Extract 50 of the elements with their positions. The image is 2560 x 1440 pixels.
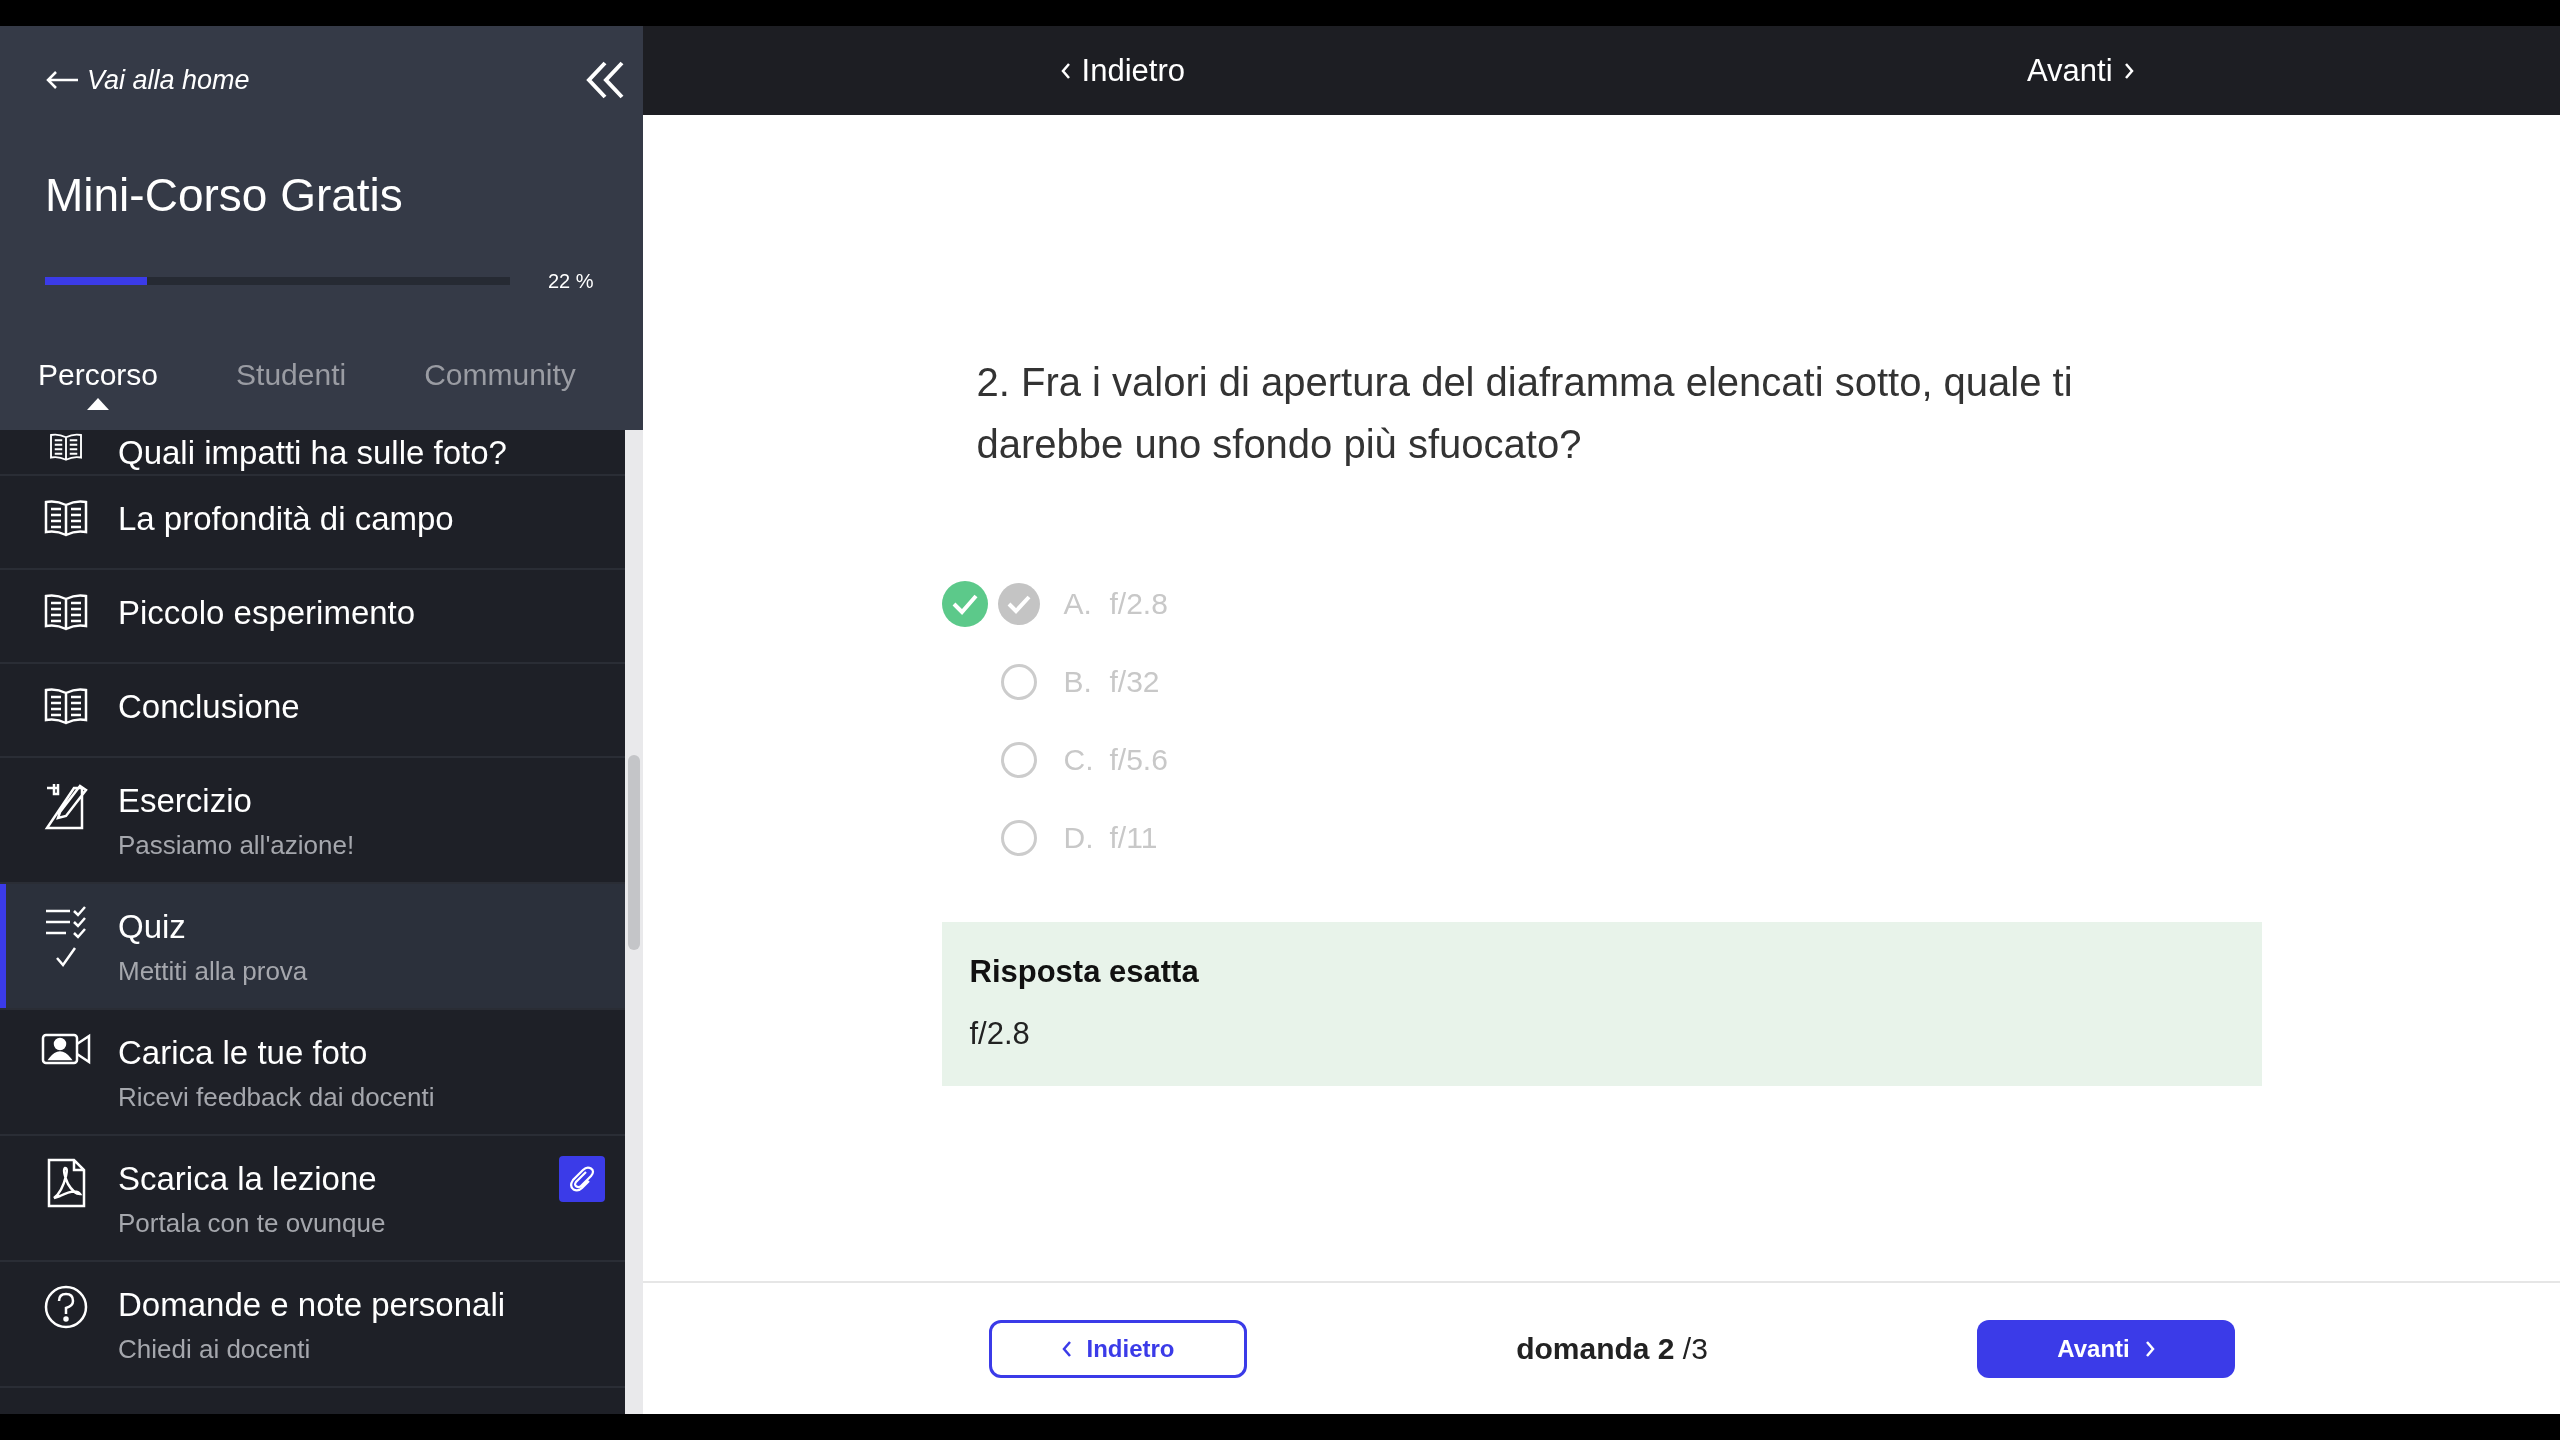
question-text: 2. Fra i valori di apertura del diaframma elencati sotto, quale ti darebbe uno sfondo più sfuocato?: [976, 359, 2074, 468]
chevron-icon: [1059, 61, 1072, 80]
collapse-icon[interactable]: [585, 60, 625, 100]
progress-reading: 22 %: [548, 269, 594, 293]
book-icon: [44, 498, 88, 538]
course-title: Mini-Corso Gratis: [45, 168, 404, 223]
lesson-item[interactable]: Quali impatti ha sulle foto?: [0, 430, 625, 476]
lesson-subtitle: Portala con te ovunque: [118, 1208, 386, 1239]
answer-radio[interactable]: [997, 583, 1040, 625]
chevron-icon: [1060, 1339, 1073, 1358]
sidebar-tab[interactable]: Studenti: [236, 358, 347, 410]
next-button[interactable]: Avanti: [1977, 1319, 2236, 1378]
lesson-item[interactable]: Piccolo esperimento: [0, 570, 625, 664]
lesson-subtitle: Passiamo all'azione!: [118, 830, 355, 861]
book-icon: [44, 686, 88, 726]
book-icon: [44, 592, 88, 632]
back-button[interactable]: Indietro: [988, 1319, 1247, 1378]
pdf-file-icon: [46, 1158, 86, 1208]
lesson-item[interactable]: Conclusione: [0, 664, 625, 758]
lesson-title: Conclusione: [118, 687, 300, 727]
lesson-title: La profondità di campo: [118, 499, 454, 539]
lesson-subtitle: Chiedi ai docenti: [118, 1334, 311, 1365]
scrollbar[interactable]: [625, 430, 643, 1414]
lesson-item[interactable]: Scarica la lezione Portala con te ovunque: [0, 1136, 625, 1262]
lesson-title: Piccolo esperimento: [118, 593, 416, 633]
question-icon: [43, 1284, 89, 1330]
lesson-item[interactable]: Quiz Mettiti alla prova: [0, 884, 625, 1010]
lesson-title: Esercizio: [118, 781, 252, 821]
attachment-icon[interactable]: [559, 1156, 605, 1202]
checklist-icon: [44, 906, 88, 940]
lesson-subtitle: Ricevi feedback dai docenti: [118, 1082, 435, 1113]
home-link[interactable]: Vai alla home: [45, 64, 250, 96]
lesson-item[interactable]: La profondità di campo: [0, 476, 625, 570]
lesson-title: Quiz: [118, 907, 186, 947]
sidebar-tab[interactable]: Community: [424, 358, 576, 410]
feedback-answer: f/2.8: [969, 1016, 1031, 1052]
lesson-title: Scarica la lezione: [118, 1159, 377, 1199]
chevron-icon: [2143, 1339, 2156, 1358]
feedback-title: Risposta esatta: [969, 954, 1200, 990]
next-nav-button[interactable]: Avanti: [2018, 48, 2143, 93]
sidebar-tab[interactable]: Percorso: [38, 358, 159, 410]
lesson-subtitle: Mettiti alla prova: [118, 956, 308, 987]
back-nav-button[interactable]: Indietro: [1051, 48, 1193, 93]
arrow-left-icon: [45, 70, 79, 90]
lesson-title: Domande e note personali: [118, 1285, 506, 1325]
question-counter: domanda 2 /3: [1516, 1331, 1708, 1366]
lesson-title: Quali impatti ha sulle foto?: [118, 433, 507, 473]
chevron-icon: [2122, 61, 2135, 80]
video-camera-icon: [41, 1032, 91, 1066]
lesson-title: Carica le tue foto: [118, 1033, 368, 1073]
